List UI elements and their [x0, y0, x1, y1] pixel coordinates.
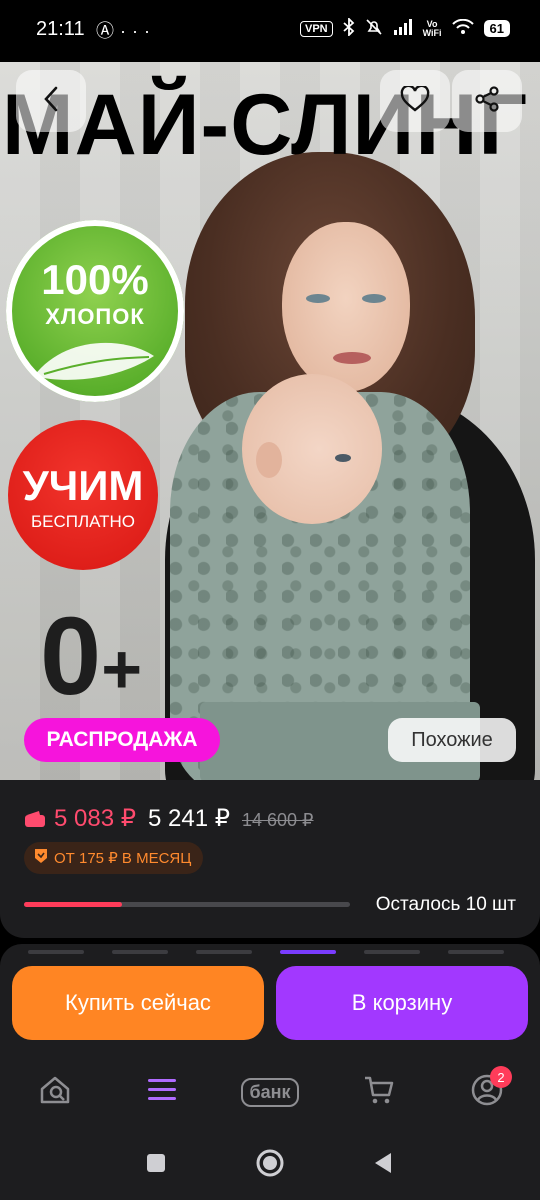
- variant-thumbnails-peek: [28, 950, 504, 954]
- price-row: 5 083 ₽ 5 241 ₽ 14 600 ₽: [24, 804, 314, 833]
- status-bar: 21:11 Ⓐ··· VPN Vo WiFi 61: [0, 0, 540, 62]
- old-price: 14 600 ₽: [242, 810, 314, 830]
- age-value: 0: [40, 595, 102, 718]
- back-button[interactable]: [16, 70, 86, 132]
- model-face: [282, 222, 410, 392]
- square-icon: [145, 1152, 167, 1179]
- installment-badge[interactable]: ОТ 175 ₽ В МЕСЯЦ: [24, 842, 204, 874]
- menu-icon: [146, 1077, 178, 1108]
- variant-thumb[interactable]: [196, 950, 252, 954]
- chevron-left-icon: [43, 86, 59, 117]
- triangle-back-icon: [371, 1151, 395, 1180]
- age-label: 0+: [40, 602, 142, 712]
- wifi-icon: [451, 18, 474, 38]
- vpn-badge: VPN: [299, 20, 333, 37]
- variant-thumb[interactable]: [448, 950, 504, 954]
- cotton-badge: 100% ХЛОПОК: [6, 220, 184, 402]
- cotton-badge-label: ХЛОПОК: [45, 304, 145, 329]
- share-button[interactable]: [452, 70, 522, 132]
- favorite-button[interactable]: [380, 70, 450, 132]
- buy-now-button[interactable]: Купить сейчас: [12, 966, 264, 1040]
- anarchy-icon: Ⓐ: [96, 21, 120, 41]
- variant-thumb-selected[interactable]: [280, 950, 336, 954]
- vowifi-bottom: WiFi: [422, 27, 442, 38]
- cotton-badge-percent: 100%: [41, 256, 149, 303]
- nav-cart[interactable]: [354, 1070, 404, 1114]
- free-training-title: УЧИМ: [22, 462, 144, 509]
- stock-remaining: Осталось 10 шт: [375, 894, 516, 915]
- sale-badge: РАСПРОДАЖА: [24, 718, 220, 762]
- share-icon: [474, 85, 500, 117]
- battery-indicator: 61: [483, 20, 510, 37]
- system-navigation: [0, 1130, 540, 1200]
- home-search-icon: [38, 1073, 72, 1112]
- recents-button[interactable]: [141, 1150, 171, 1180]
- variant-thumb[interactable]: [364, 950, 420, 954]
- cart-icon: [363, 1075, 395, 1110]
- model-eye-left: [306, 294, 330, 303]
- circle-icon: [255, 1148, 285, 1183]
- heart-icon: [400, 84, 430, 117]
- current-price: 5 241 ₽: [148, 805, 230, 832]
- free-training-subtitle: БЕСПЛАТНО: [30, 512, 136, 531]
- free-training-badge: УЧИМ БЕСПЛАТНО: [8, 420, 158, 570]
- stock-progress: [24, 902, 350, 907]
- leaf-icon: [34, 342, 154, 380]
- status-time: 21:11: [36, 18, 85, 40]
- nav-home[interactable]: [30, 1070, 80, 1114]
- product-image[interactable]: МАЙ-СЛИНГ 100% ХЛОПОК УЧИМ БЕСПЛАТНО 0+ …: [0, 62, 540, 780]
- mute-icon: [365, 18, 383, 39]
- price-card: 5 083 ₽ 5 241 ₽ 14 600 ₽ ОТ 175 ₽ В МЕСЯ…: [0, 780, 540, 938]
- wallet-price-group[interactable]: 5 083 ₽: [24, 804, 136, 833]
- baby-eye: [335, 454, 351, 462]
- age-plus: +: [101, 630, 143, 708]
- signal-icon: [393, 19, 413, 38]
- wallet-price: 5 083 ₽: [54, 805, 136, 832]
- profile-notification-badge: 2: [490, 1066, 512, 1088]
- bluetooth-icon: [343, 16, 355, 39]
- status-left-icons: Ⓐ···: [96, 17, 156, 43]
- vowifi-indicator: Vo WiFi: [422, 19, 442, 38]
- model-lips: [333, 352, 371, 364]
- variant-thumb[interactable]: [112, 950, 168, 954]
- variant-thumb[interactable]: [28, 950, 84, 954]
- model-eye-right: [362, 294, 386, 303]
- stock-progress-fill: [24, 902, 122, 907]
- more-dots-icon: ···: [120, 21, 156, 41]
- nav-profile[interactable]: 2: [462, 1066, 512, 1114]
- similar-button[interactable]: Похожие: [388, 718, 516, 762]
- add-to-cart-button[interactable]: В корзину: [276, 966, 528, 1040]
- installment-icon: [34, 848, 48, 868]
- action-sheet: Купить сейчас В корзину: [0, 944, 540, 1056]
- back-system-button[interactable]: [368, 1150, 398, 1180]
- bank-icon: банк: [241, 1077, 299, 1107]
- status-right: VPN Vo WiFi 61: [299, 16, 510, 39]
- installment-text: ОТ 175 ₽ В МЕСЯЦ: [54, 850, 192, 867]
- nav-catalog[interactable]: [137, 1070, 187, 1114]
- nav-bank[interactable]: банк: [226, 1070, 314, 1114]
- wallet-icon: [25, 811, 45, 827]
- home-button[interactable]: [255, 1148, 285, 1183]
- baby-ear: [256, 442, 282, 478]
- bottom-navigation: банк 2: [0, 1056, 540, 1130]
